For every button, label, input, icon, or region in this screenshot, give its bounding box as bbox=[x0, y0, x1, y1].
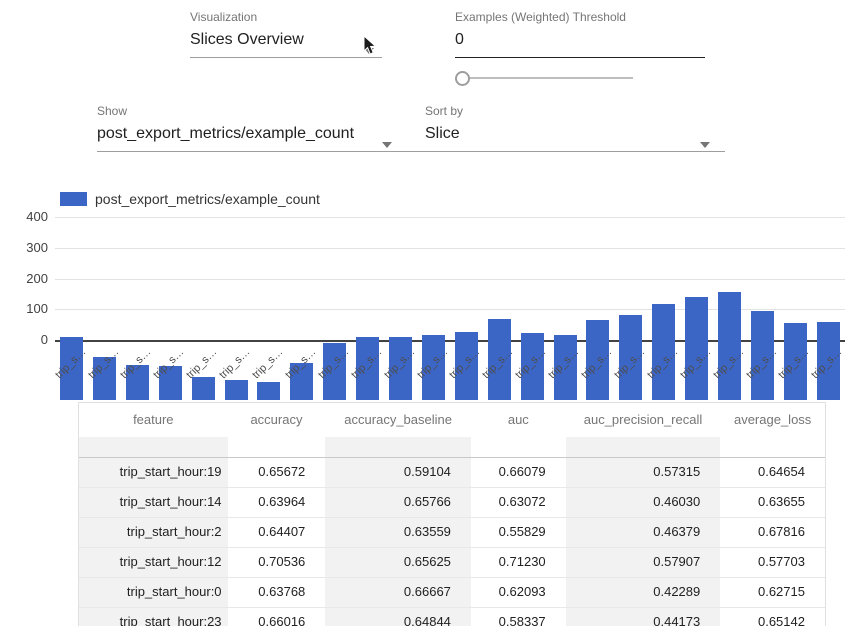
y-axis-tick-label: 0 bbox=[14, 332, 48, 347]
x-axis-tick-label: trip_s… bbox=[250, 346, 285, 381]
subheader-cell bbox=[79, 437, 228, 457]
metric-value-cell: 0.57315 bbox=[566, 458, 721, 487]
metric-value-cell: 0.63559 bbox=[325, 518, 471, 547]
metrics-table: featureaccuracyaccuracy_baselineaucauc_p… bbox=[78, 402, 826, 626]
bar-example-count[interactable] bbox=[225, 380, 248, 400]
metric-value-cell: 0.63072 bbox=[471, 488, 566, 517]
gridline bbox=[55, 279, 845, 280]
table-row[interactable]: trip_start_hour:120.705360.656250.712300… bbox=[79, 548, 825, 578]
feature-cell: trip_start_hour:2 bbox=[79, 518, 228, 547]
metric-value-cell: 0.65672 bbox=[228, 458, 326, 487]
metric-value-cell: 0.65142 bbox=[720, 608, 825, 626]
metric-value-cell: 0.63655 bbox=[720, 488, 825, 517]
metric-value-cell: 0.70536 bbox=[228, 548, 326, 577]
metric-value-cell: 0.63768 bbox=[228, 578, 326, 607]
metric-value-cell: 0.71230 bbox=[471, 548, 566, 577]
metric-value-cell: 0.66016 bbox=[228, 608, 326, 626]
subheader-cell bbox=[228, 437, 326, 457]
metric-value-cell: 0.64654 bbox=[720, 458, 825, 487]
feature-cell: trip_start_hour:23 bbox=[79, 608, 228, 626]
feature-cell: trip_start_hour:12 bbox=[79, 548, 228, 577]
metric-value-cell: 0.46030 bbox=[566, 488, 721, 517]
metric-value-cell: 0.67816 bbox=[720, 518, 825, 547]
table-row[interactable]: trip_start_hour:20.644070.635590.558290.… bbox=[79, 518, 825, 548]
metric-value-cell: 0.66667 bbox=[325, 578, 471, 607]
subheader-cell bbox=[720, 437, 825, 457]
column-header-average_loss[interactable]: average_loss bbox=[720, 403, 825, 437]
metric-value-cell: 0.44173 bbox=[566, 608, 721, 626]
metric-value-cell: 0.63964 bbox=[228, 488, 326, 517]
metric-value-cell: 0.65766 bbox=[325, 488, 471, 517]
metric-value-cell: 0.58337 bbox=[471, 608, 566, 626]
metric-value-cell: 0.46379 bbox=[566, 518, 721, 547]
column-header-accuracy_baseline[interactable]: accuracy_baseline bbox=[325, 403, 471, 437]
metric-value-cell: 0.59104 bbox=[325, 458, 471, 487]
metric-value-cell: 0.62715 bbox=[720, 578, 825, 607]
example-count-bar-chart: 0100200300400trip_s…trip_s…trip_s…trip_s… bbox=[0, 0, 863, 400]
y-axis-tick-label: 300 bbox=[14, 240, 48, 255]
x-axis-tick-label: trip_s… bbox=[217, 346, 252, 381]
table-row[interactable]: trip_start_hour:140.639640.657660.630720… bbox=[79, 488, 825, 518]
y-axis-tick-label: 400 bbox=[14, 209, 48, 224]
y-axis-tick-label: 100 bbox=[14, 301, 48, 316]
subheader-cell bbox=[566, 437, 721, 457]
subheader-cell bbox=[471, 437, 566, 457]
metric-value-cell: 0.66079 bbox=[471, 458, 566, 487]
gridline bbox=[55, 248, 845, 249]
column-header-auc[interactable]: auc bbox=[471, 403, 566, 437]
table-row[interactable]: trip_start_hour:230.660160.648440.583370… bbox=[79, 608, 825, 626]
table-row[interactable]: trip_start_hour:00.637680.666670.620930.… bbox=[79, 578, 825, 608]
table-header-row: featureaccuracyaccuracy_baselineaucauc_p… bbox=[79, 403, 825, 437]
gridline bbox=[55, 217, 845, 218]
bar-example-count[interactable] bbox=[257, 382, 280, 400]
metric-value-cell: 0.57703 bbox=[720, 548, 825, 577]
metric-value-cell: 0.57907 bbox=[566, 548, 721, 577]
column-header-auc_precision_recall[interactable]: auc_precision_recall bbox=[566, 403, 721, 437]
metric-value-cell: 0.64407 bbox=[228, 518, 326, 547]
metric-value-cell: 0.55829 bbox=[471, 518, 566, 547]
x-axis-tick-label: trip_s… bbox=[184, 346, 219, 381]
table-subheader-row bbox=[79, 437, 825, 458]
column-header-accuracy[interactable]: accuracy bbox=[228, 403, 326, 437]
bar-example-count[interactable] bbox=[192, 377, 215, 400]
tfma-slices-overview: Visualization Slices Overview Examples (… bbox=[0, 0, 863, 626]
feature-cell: trip_start_hour:19 bbox=[79, 458, 228, 487]
feature-cell: trip_start_hour:14 bbox=[79, 488, 228, 517]
table-row[interactable]: trip_start_hour:190.656720.591040.660790… bbox=[79, 458, 825, 488]
y-axis-tick-label: 200 bbox=[14, 271, 48, 286]
column-header-feature[interactable]: feature bbox=[79, 403, 228, 437]
metric-value-cell: 0.42289 bbox=[566, 578, 721, 607]
feature-cell: trip_start_hour:0 bbox=[79, 578, 228, 607]
mouse-cursor bbox=[363, 35, 378, 56]
subheader-cell bbox=[325, 437, 471, 457]
metric-value-cell: 0.64844 bbox=[325, 608, 471, 626]
metric-value-cell: 0.65625 bbox=[325, 548, 471, 577]
metric-value-cell: 0.62093 bbox=[471, 578, 566, 607]
